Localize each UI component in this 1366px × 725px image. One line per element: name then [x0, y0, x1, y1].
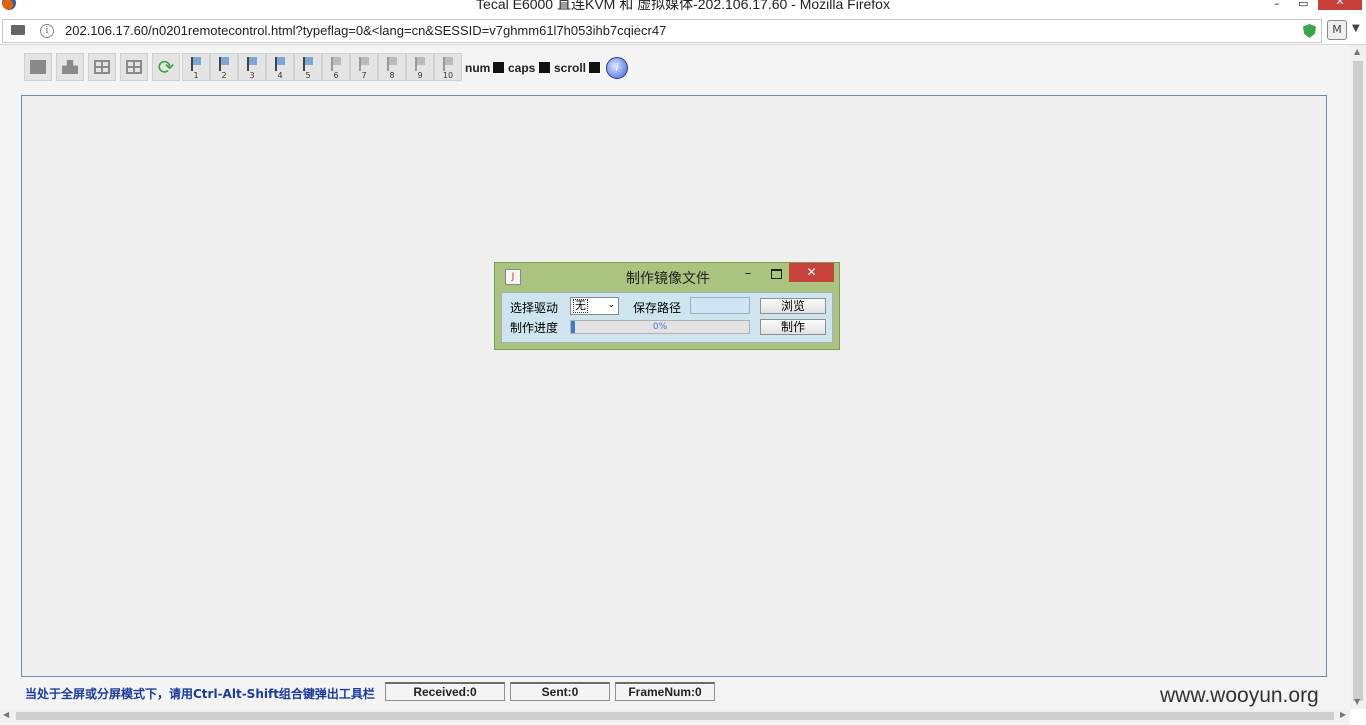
- save-path-input[interactable]: [690, 297, 750, 314]
- flag-icon: [359, 57, 369, 71]
- java-icon: J: [505, 269, 521, 285]
- flag-icon: [415, 57, 425, 71]
- dialog-minimize-button[interactable]: –: [745, 266, 751, 280]
- dialog-maximize-button[interactable]: [771, 269, 782, 279]
- dialog-close-button[interactable]: ✕: [789, 263, 834, 282]
- tab-list-icon[interactable]: [11, 25, 25, 35]
- caps-lock-label: caps: [508, 61, 536, 75]
- kvm-remote-screen[interactable]: [21, 95, 1327, 677]
- flag-icon: [275, 57, 285, 71]
- scrollbar-thumb[interactable]: [1353, 61, 1363, 701]
- blade-4-button[interactable]: 4: [266, 53, 294, 81]
- num-lock-indicator: [493, 62, 504, 73]
- dialog-body: 选择驱动 无 ⌄ 保存路径 浏览 制作进度 0% 制作: [501, 292, 833, 343]
- site-info-icon[interactable]: i: [40, 24, 54, 38]
- blade-5-button[interactable]: 5: [294, 53, 322, 81]
- scroll-up-icon[interactable]: ▲: [1354, 47, 1360, 56]
- minimize-button[interactable]: –: [1274, 0, 1280, 10]
- select-drive-label: 选择驱动: [510, 301, 559, 315]
- split-screen-button[interactable]: [120, 53, 148, 81]
- save-path-label: 保存路径: [633, 301, 682, 315]
- watermark: www.wooyun.org: [1160, 684, 1319, 707]
- drive-select[interactable]: 无 ⌄: [570, 297, 619, 315]
- scroll-down-icon[interactable]: ▼: [1354, 697, 1360, 706]
- progress-label: 制作进度: [510, 321, 559, 335]
- horizontal-scrollbar[interactable]: ◀ ▶: [0, 709, 1350, 723]
- flag-icon: [191, 57, 201, 71]
- fullscreen-button[interactable]: [88, 53, 116, 81]
- scroll-lock-indicator: [589, 62, 600, 73]
- received-counter: Received:0: [385, 682, 505, 701]
- blade-1-button[interactable]: 1: [182, 53, 210, 81]
- flag-icon: [387, 57, 397, 71]
- flag-icon: [219, 57, 229, 71]
- address-bar: i 202.106.17.60/n0201remotecontrol.html?…: [0, 18, 1366, 45]
- flag-icon: [443, 57, 453, 71]
- progress-text: 0%: [652, 322, 668, 332]
- flag-icon: [303, 57, 313, 71]
- drive-select-value: 无: [573, 299, 588, 313]
- hscrollbar-thumb[interactable]: [16, 712, 1334, 720]
- flag-icon: [331, 57, 341, 71]
- fullscreen-icon: [94, 60, 110, 74]
- window-close-button[interactable]: ✕: [1318, 0, 1362, 10]
- restore-button[interactable]: ▭: [1298, 0, 1308, 10]
- window-mode-button[interactable]: [24, 53, 52, 81]
- blade-6-button[interactable]: 6: [322, 53, 350, 81]
- caps-lock-indicator: [539, 62, 550, 73]
- help-icon[interactable]: i: [606, 57, 628, 79]
- flag-icon: [247, 57, 257, 71]
- scroll-right-icon[interactable]: ▶: [1340, 710, 1346, 719]
- blade-3-button[interactable]: 3: [238, 53, 266, 81]
- blade-7-button[interactable]: 7: [350, 53, 378, 81]
- chevron-down-icon[interactable]: ▼: [1352, 23, 1360, 34]
- progress-bar: 0%: [570, 320, 750, 334]
- dialog-title: 制作镜像文件: [626, 271, 710, 287]
- scroll-left-icon[interactable]: ◀: [3, 710, 9, 719]
- browse-button[interactable]: 浏览: [760, 298, 826, 314]
- mouse-sync-button[interactable]: [56, 53, 84, 81]
- vertical-scrollbar[interactable]: ▲ ▼: [1350, 45, 1366, 709]
- make-image-dialog: J 制作镜像文件 – ✕ 选择驱动 无 ⌄ 保存路径 浏览 制作进度 0% 制作: [494, 262, 840, 350]
- url-field[interactable]: i 202.106.17.60/n0201remotecontrol.html?…: [2, 19, 1322, 43]
- scroll-lock-label: scroll: [554, 61, 587, 75]
- shield-icon[interactable]: [1303, 24, 1316, 38]
- monitor-icon: [30, 60, 46, 74]
- blade-2-button[interactable]: 2: [210, 53, 238, 81]
- grid-icon: [126, 60, 142, 74]
- extension-icon[interactable]: M: [1327, 20, 1347, 40]
- window-titlebar: Tecal E6000 直连KVM 和 虚拟媒体-202.106.17.60 -…: [0, 0, 1366, 16]
- sent-counter: Sent:0: [510, 682, 610, 701]
- refresh-button[interactable]: ⟳: [152, 53, 180, 81]
- window-title: Tecal E6000 直连KVM 和 虚拟媒体-202.106.17.60 -…: [476, 0, 890, 12]
- stack-icon: [62, 60, 78, 74]
- blade-10-button[interactable]: 10: [434, 53, 462, 81]
- blade-9-button[interactable]: 9: [406, 53, 434, 81]
- blade-8-button[interactable]: 8: [378, 53, 406, 81]
- num-lock-label: num: [465, 61, 491, 75]
- url-text[interactable]: 202.106.17.60/n0201remotecontrol.html?ty…: [65, 23, 666, 38]
- frame-num-counter: FrameNum:0: [615, 682, 715, 701]
- chevron-down-icon: ⌄: [607, 300, 615, 310]
- make-button[interactable]: 制作: [760, 319, 826, 335]
- status-message: 当处于全屏或分屏模式下，请用Ctrl-Alt-Shift组合键弹出工具栏: [25, 687, 375, 701]
